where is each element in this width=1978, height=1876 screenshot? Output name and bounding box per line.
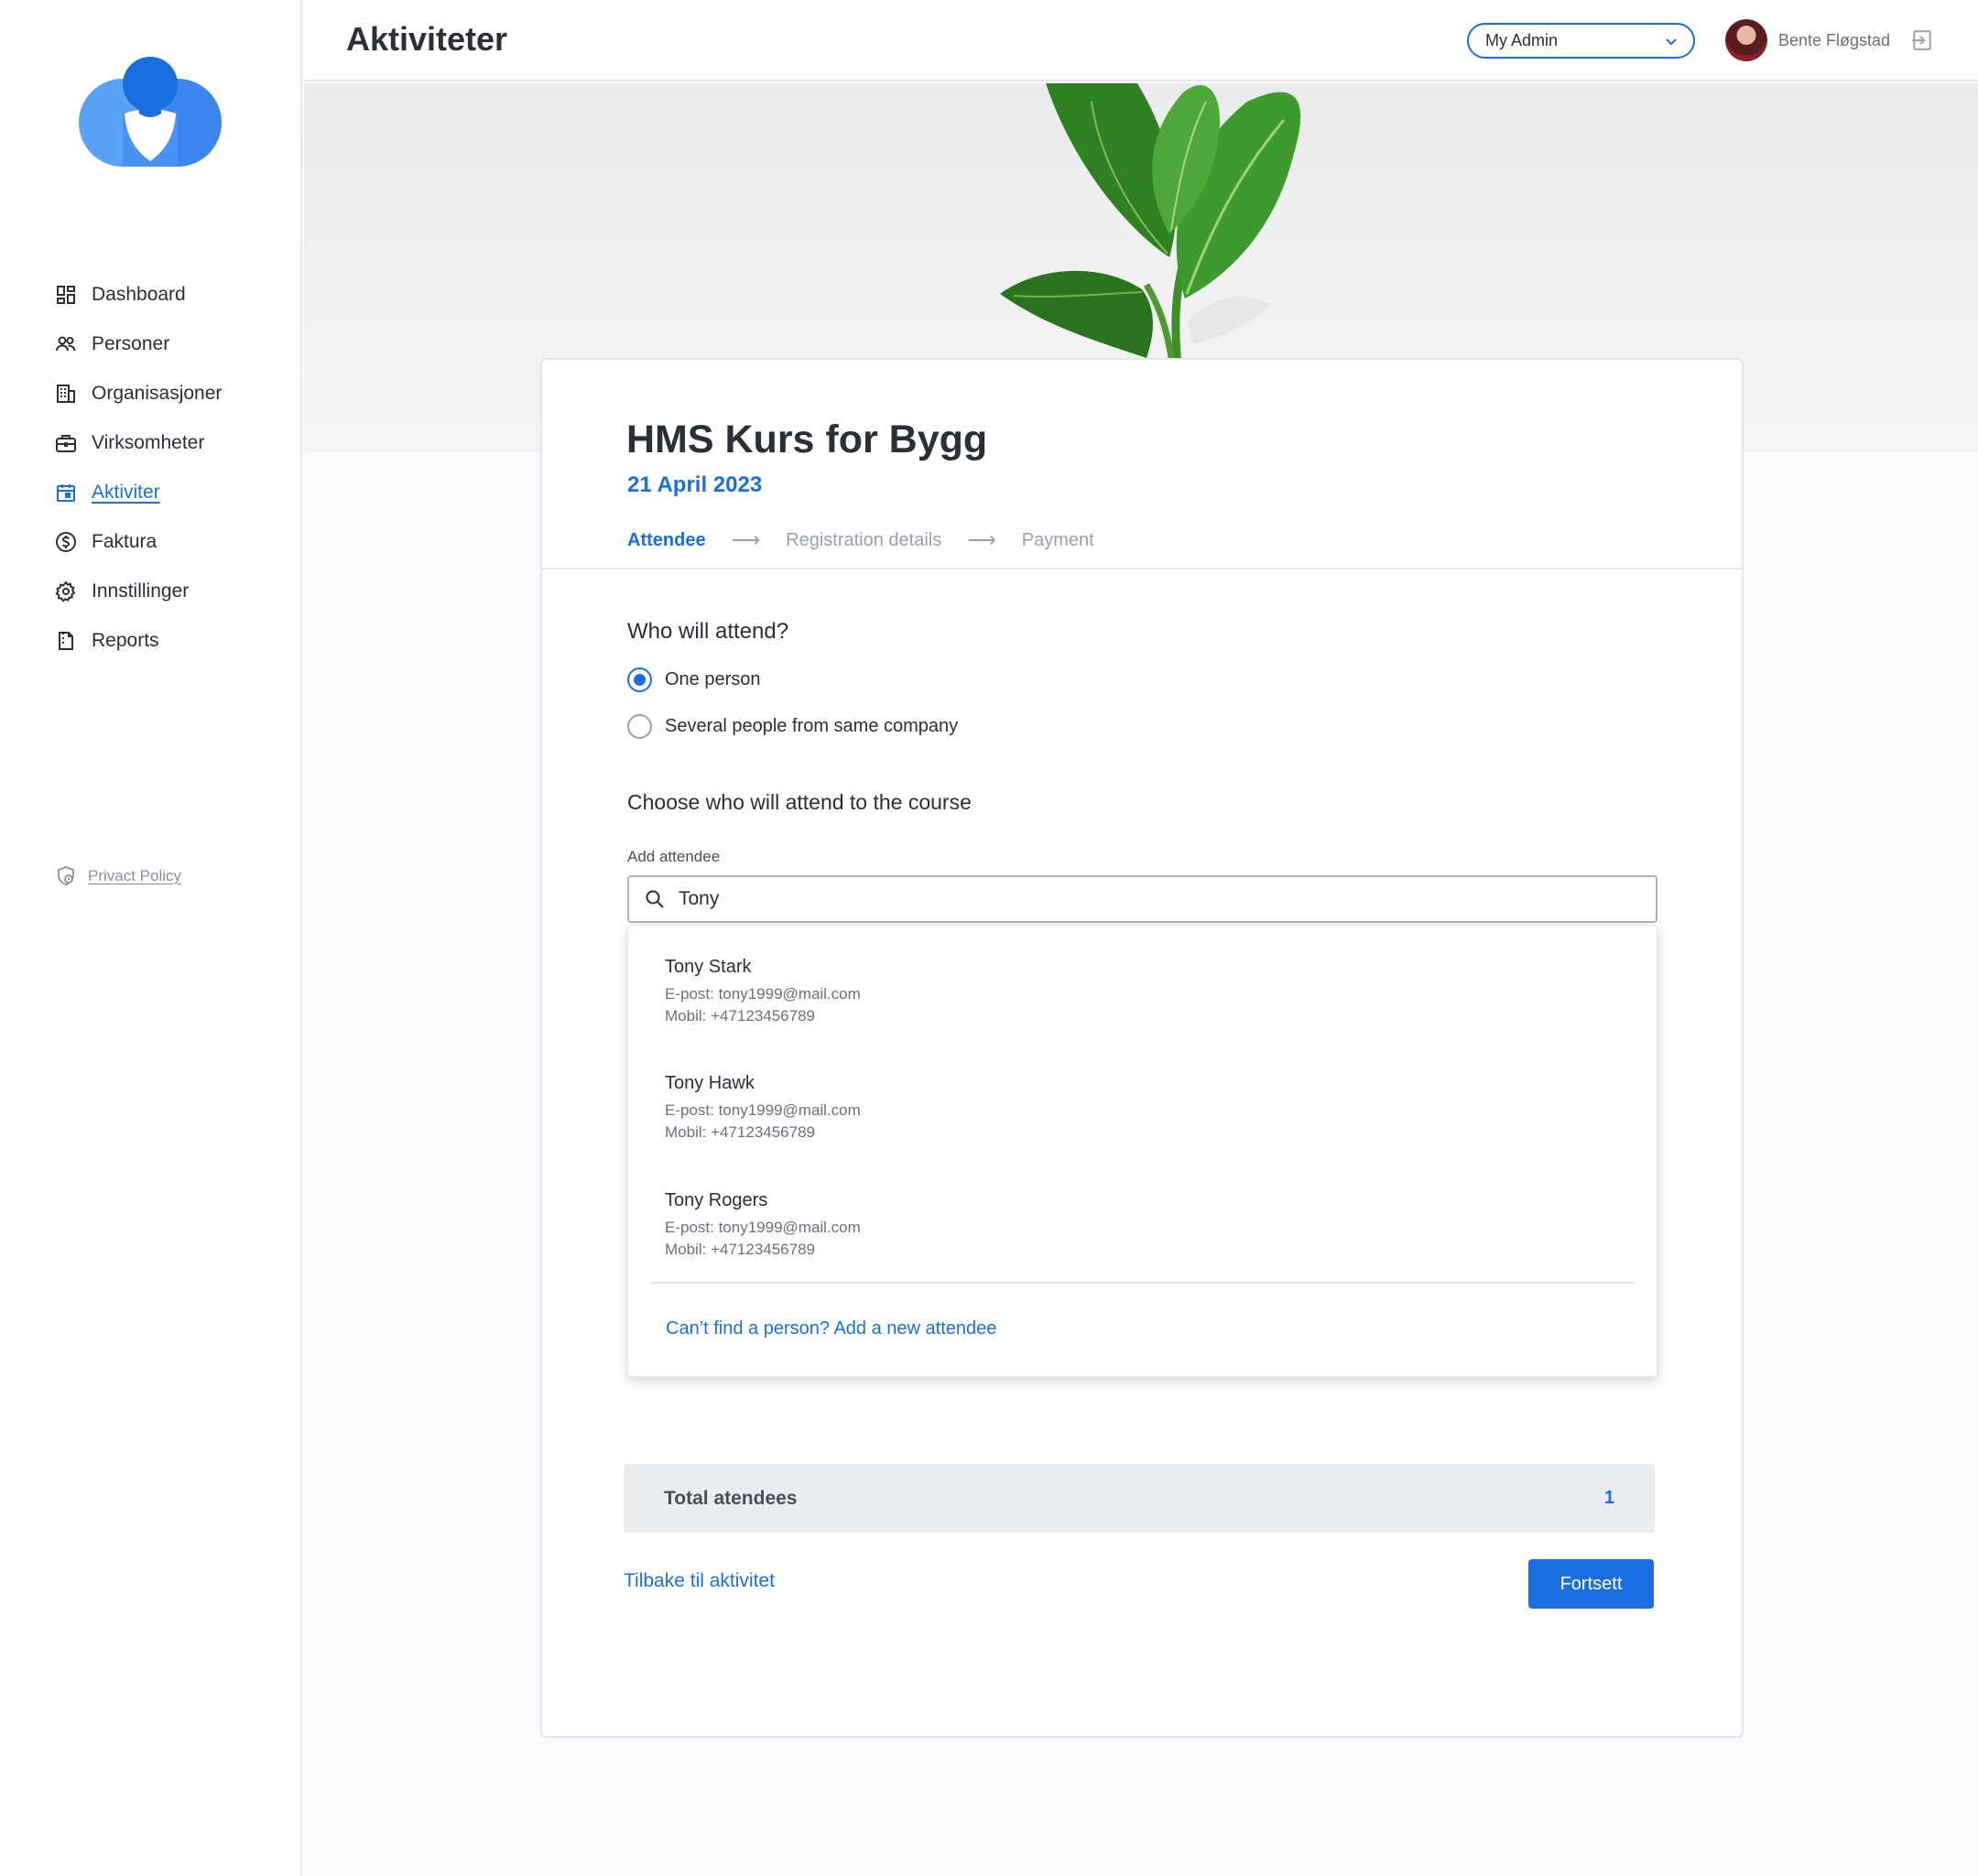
sidebar-item-innstillinger[interactable]: Innstillinger <box>53 567 222 616</box>
building-icon <box>53 381 79 407</box>
sidebar-item-personer[interactable]: Personer <box>53 320 222 369</box>
avatar[interactable] <box>1725 19 1767 61</box>
add-new-attendee-link[interactable]: Can’t find a person? Add a new attendee <box>666 1318 996 1339</box>
privacy-policy-link[interactable]: Privact Policy <box>55 865 181 887</box>
people-icon <box>53 331 79 357</box>
radio-label: Several people from same company <box>665 716 959 736</box>
total-attendees-bar: Total atendees 1 <box>624 1464 1655 1533</box>
attend-question: Who will attend? <box>627 619 789 644</box>
report-icon <box>53 628 79 654</box>
step-attendee[interactable]: Attendee <box>627 530 706 551</box>
sidebar-item-label: Dashboard <box>92 284 186 305</box>
add-attendee-label: Add attendee <box>627 848 721 865</box>
briefcase-icon <box>53 430 79 456</box>
total-attendees-count: 1 <box>1603 1488 1614 1508</box>
result-email: E-post: tony1999@mail.com <box>665 1101 861 1119</box>
user-name: Bente Fløgstad <box>1778 30 1891 49</box>
privacy-policy-label: Privact Policy <box>88 867 182 884</box>
total-attendees-label: Total atendees <box>664 1487 798 1509</box>
result-mobile: Mobil: +47123456789 <box>665 1123 815 1141</box>
sidebar-item-organisasjoner[interactable]: Organisasjoner <box>53 369 222 418</box>
sidebar-item-label: Innstillinger <box>92 580 190 602</box>
heart-cloud-logo[interactable] <box>79 57 222 168</box>
course-date: 21 April 2023 <box>627 472 763 497</box>
choose-attendee-heading: Choose who will attend to the course <box>627 790 972 814</box>
sidebar-item-label: Aktiviter <box>92 482 160 503</box>
topbar: Aktiviteter My Admin Bente Fløgstad <box>304 0 1978 81</box>
user-menu[interactable]: Bente Fløgstad <box>1725 19 1890 61</box>
admin-select-value: My Admin <box>1485 31 1559 49</box>
arrow-right-icon: ⟶ <box>731 528 761 551</box>
radio-label: One person <box>665 669 761 689</box>
registration-card: HMS Kurs for Bygg 21 April 2023 Attendee… <box>540 358 1744 1738</box>
sidebar-item-reports[interactable]: Reports <box>53 616 222 666</box>
gear-icon <box>53 579 79 604</box>
calendar-icon <box>53 480 79 505</box>
radio-one-person[interactable]: One person <box>627 667 761 692</box>
arrow-right-icon: ⟶ <box>967 528 996 551</box>
continue-button[interactable]: Fortsett <box>1528 1559 1654 1609</box>
attendee-search-field[interactable] <box>627 875 1657 923</box>
sidebar-item-label: Reports <box>92 630 159 651</box>
divider <box>650 1282 1635 1284</box>
radio-button-checked[interactable] <box>627 667 652 692</box>
step-registration-details[interactable]: Registration details <box>786 530 941 551</box>
attendee-results-dropdown: Tony Stark E-post: tony1999@mail.com Mob… <box>627 925 1657 1377</box>
list-item[interactable]: Tony Stark E-post: tony1999@mail.com Mob… <box>665 957 861 1027</box>
sidebar-item-label: Organisasjoner <box>92 383 223 404</box>
chevron-down-icon <box>1666 38 1677 45</box>
result-mobile: Mobil: +47123456789 <box>665 1007 815 1025</box>
sidebar-item-aktiviter[interactable]: Aktiviter <box>53 468 222 517</box>
list-item[interactable]: Tony Hawk E-post: tony1999@mail.com Mobi… <box>665 1073 861 1144</box>
radio-several-people[interactable]: Several people from same company <box>627 714 958 739</box>
result-email: E-post: tony1999@mail.com <box>665 1219 861 1236</box>
attendee-search-input[interactable] <box>679 888 1594 910</box>
course-title: HMS Kurs for Bygg <box>626 417 988 461</box>
radio-button[interactable] <box>627 714 652 739</box>
sidebar-item-label: Virksomheter <box>92 432 205 453</box>
admin-select[interactable]: My Admin <box>1467 23 1695 59</box>
result-email: E-post: tony1999@mail.com <box>665 985 861 1003</box>
sidebar-nav: Dashboard Personer Organisasjoner Virkso… <box>53 270 222 666</box>
search-icon <box>646 890 664 908</box>
sidebar-item-virksomheter[interactable]: Virksomheter <box>53 418 222 468</box>
result-name: Tony Hawk <box>665 1073 755 1093</box>
divider <box>542 568 1742 569</box>
logout-icon[interactable] <box>1910 28 1934 52</box>
result-mobile: Mobil: +47123456789 <box>665 1241 815 1258</box>
list-item[interactable]: Tony Rogers E-post: tony1999@mail.com Mo… <box>665 1190 861 1261</box>
plant-image <box>1000 83 1301 376</box>
dashboard-icon <box>53 282 79 308</box>
result-name: Tony Stark <box>665 957 752 977</box>
shield-lock-icon <box>58 866 74 885</box>
dollar-circle-icon <box>53 529 79 555</box>
sidebar: Dashboard Personer Organisasjoner Virkso… <box>0 0 302 1876</box>
page-title: Aktiviteter <box>346 20 508 58</box>
sidebar-item-label: Personer <box>92 333 170 354</box>
result-name: Tony Rogers <box>665 1190 768 1210</box>
stepper: Attendee ⟶ Registration details ⟶ Paymen… <box>627 528 1094 552</box>
sidebar-item-label: Faktura <box>92 531 158 552</box>
back-to-activity-link[interactable]: Tilbake til aktivitet <box>624 1570 775 1592</box>
step-payment[interactable]: Payment <box>1022 530 1094 551</box>
sidebar-item-faktura[interactable]: Faktura <box>53 517 222 567</box>
sidebar-item-dashboard[interactable]: Dashboard <box>53 270 222 320</box>
